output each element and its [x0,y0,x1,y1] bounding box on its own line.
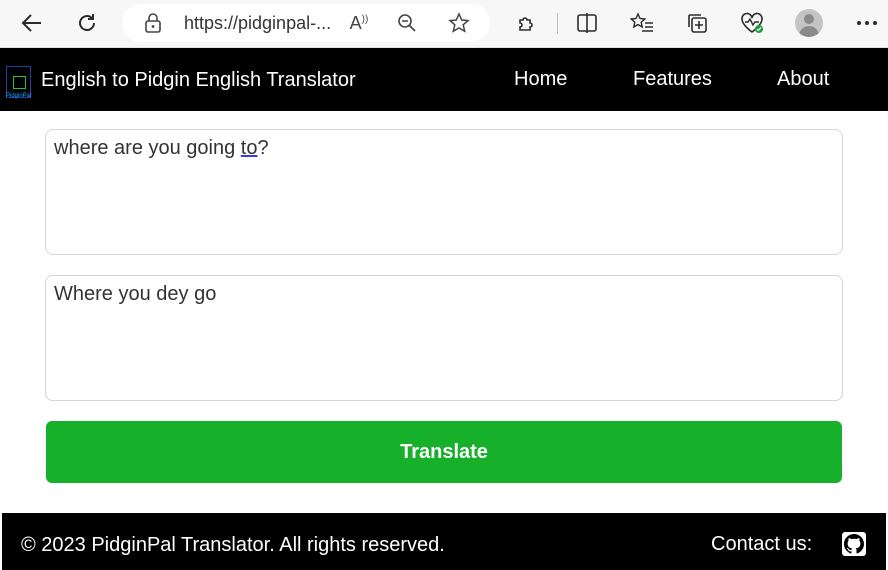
output-text: Where you dey go [54,283,217,305]
english-input-textarea[interactable]: where are you going to? [45,129,843,255]
pidginpal-logo[interactable]: PidginPal [6,66,32,99]
read-aloud-glyph: A [349,12,362,33]
toolbar-separator [557,13,558,34]
site-header: PidginPal English to Pidgin English Tran… [0,48,888,111]
more-menu-icon[interactable] [852,8,882,38]
copyright-text: © 2023 PidginPal Translator. All rights … [21,534,445,556]
spellcheck-underlined-word: to [240,137,258,159]
pidgin-output-textarea[interactable]: Where you dey go [45,275,843,401]
github-icon[interactable] [842,532,866,556]
contact-label: Contact us: [711,533,813,555]
logo-text: PidginPal [6,93,32,99]
browser-essentials-icon[interactable] [737,8,767,38]
favorites-list-icon[interactable] [627,8,657,38]
translate-button[interactable]: Translate [46,421,842,483]
site-title: English to Pidgin English Translator [41,69,356,91]
favorite-star-icon[interactable] [446,10,472,36]
zoom-out-icon[interactable] [394,10,420,36]
profile-avatar-icon[interactable] [795,9,823,37]
nav-features-link[interactable]: Features [633,68,712,91]
extensions-icon[interactable] [512,8,542,38]
input-text-part: where are you going [54,137,241,159]
refresh-icon[interactable] [72,8,102,38]
back-arrow-icon[interactable] [17,8,47,38]
url-text[interactable]: https://pidginpal-... [184,13,331,34]
input-text-end: ? [257,137,269,159]
lock-icon[interactable] [144,13,162,38]
split-screen-icon[interactable] [572,8,602,38]
nav-about-link[interactable]: About [777,68,829,91]
read-aloud-icon[interactable]: A)) [346,10,372,36]
site-footer: © 2023 PidginPal Translator. All rights … [2,513,886,570]
address-bar[interactable]: https://pidginpal-... A)) [122,4,490,42]
collections-icon[interactable] [682,8,712,38]
browser-toolbar: https://pidginpal-... A)) [0,0,888,48]
nav-home-link[interactable]: Home [514,68,567,91]
